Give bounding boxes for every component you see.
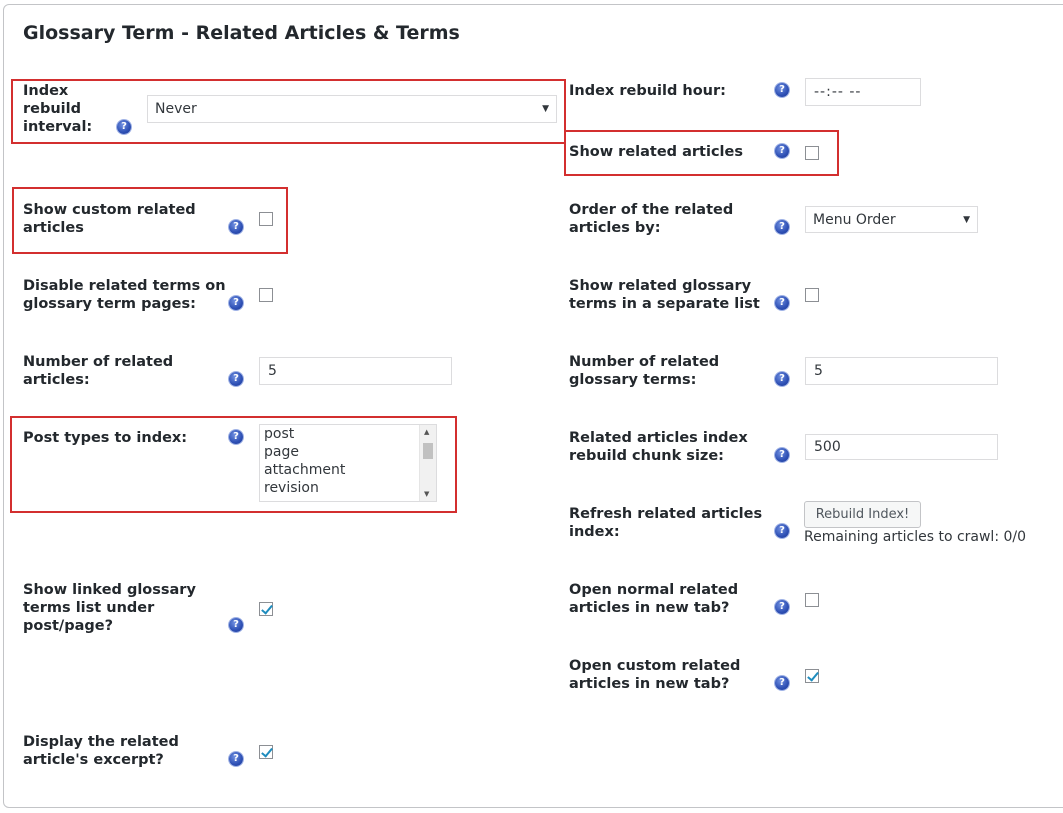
help-icon[interactable]: ?	[775, 144, 789, 158]
open-normal-new-tab-checkbox[interactable]	[805, 593, 819, 607]
show-custom-related-checkbox[interactable]	[259, 212, 273, 226]
open-custom-new-tab-label: Open custom related articles in new tab?	[569, 658, 741, 692]
help-icon[interactable]: ?	[229, 372, 243, 386]
show-glossary-separate-label: Show related glossary terms in a separat…	[569, 278, 760, 312]
list-item[interactable]: page	[260, 443, 436, 461]
remaining-articles-note: Remaining articles to crawl: 0/0	[804, 529, 1027, 545]
section-title: Glossary Term - Related Articles & Terms	[23, 22, 460, 44]
show-related-articles-checkbox[interactable]	[805, 146, 819, 160]
number-related-terms-input[interactable]: 5	[805, 357, 998, 385]
list-item[interactable]: post	[260, 425, 436, 443]
chevron-down-icon: ▼	[542, 104, 549, 114]
help-icon[interactable]: ?	[229, 618, 243, 632]
scroll-up-icon[interactable]: ▲	[424, 428, 429, 436]
index-rebuild-hour-label: Index rebuild hour:	[569, 83, 726, 99]
number-related-terms-label: Number of related glossary terms:	[569, 354, 720, 388]
help-icon[interactable]: ?	[229, 220, 243, 234]
list-item[interactable]: attachment	[260, 461, 436, 479]
show-related-articles-label: Show related articles	[569, 144, 743, 160]
chunk-size-input[interactable]: 500	[805, 434, 998, 460]
help-icon[interactable]: ?	[117, 120, 131, 134]
post-types-label: Post types to index:	[23, 430, 188, 446]
post-types-listbox[interactable]: post page attachment revision ▲ ▼	[259, 424, 437, 502]
order-related-select[interactable]: Menu Order ▼	[805, 206, 978, 233]
disable-related-terms-label: Disable related terms on glossary term p…	[23, 278, 226, 312]
open-custom-new-tab-checkbox[interactable]	[805, 669, 819, 683]
help-icon[interactable]: ?	[775, 296, 789, 310]
show-linked-glossary-checkbox[interactable]	[259, 602, 273, 616]
display-excerpt-label: Display the related article's excerpt?	[23, 734, 179, 768]
help-icon[interactable]: ?	[775, 83, 789, 97]
help-icon[interactable]: ?	[229, 296, 243, 310]
disable-related-terms-checkbox[interactable]	[259, 288, 273, 302]
scroll-down-icon[interactable]: ▼	[424, 490, 429, 498]
scrollbar[interactable]: ▲ ▼	[419, 425, 436, 501]
help-icon[interactable]: ?	[775, 372, 789, 386]
index-rebuild-interval-select[interactable]: Never ▼	[147, 95, 557, 123]
number-related-articles-input[interactable]: 5	[259, 357, 452, 385]
help-icon[interactable]: ?	[229, 430, 243, 444]
help-icon[interactable]: ?	[229, 752, 243, 766]
show-custom-related-label: Show custom related articles	[23, 202, 196, 236]
show-glossary-separate-checkbox[interactable]	[805, 288, 819, 302]
index-rebuild-interval-label: Index rebuild interval:	[23, 83, 93, 135]
show-linked-glossary-label: Show linked glossary terms list under po…	[23, 582, 196, 634]
help-icon[interactable]: ?	[775, 676, 789, 690]
scrollbar-thumb[interactable]	[423, 443, 433, 459]
chevron-down-icon: ▼	[963, 215, 970, 225]
list-item[interactable]: revision	[260, 479, 436, 497]
number-related-articles-label: Number of related articles:	[23, 354, 174, 388]
chunk-size-label: Related articles index rebuild chunk siz…	[569, 430, 748, 464]
rebuild-index-button[interactable]: Rebuild Index!	[804, 501, 921, 528]
help-icon[interactable]: ?	[775, 524, 789, 538]
order-related-label: Order of the related articles by:	[569, 202, 734, 236]
display-excerpt-checkbox[interactable]	[259, 745, 273, 759]
help-icon[interactable]: ?	[775, 448, 789, 462]
refresh-index-label: Refresh related articles index:	[569, 506, 763, 540]
index-rebuild-hour-input[interactable]: --:-- --	[805, 78, 921, 106]
help-icon[interactable]: ?	[775, 600, 789, 614]
help-icon[interactable]: ?	[775, 220, 789, 234]
open-normal-new-tab-label: Open normal related articles in new tab?	[569, 582, 739, 616]
